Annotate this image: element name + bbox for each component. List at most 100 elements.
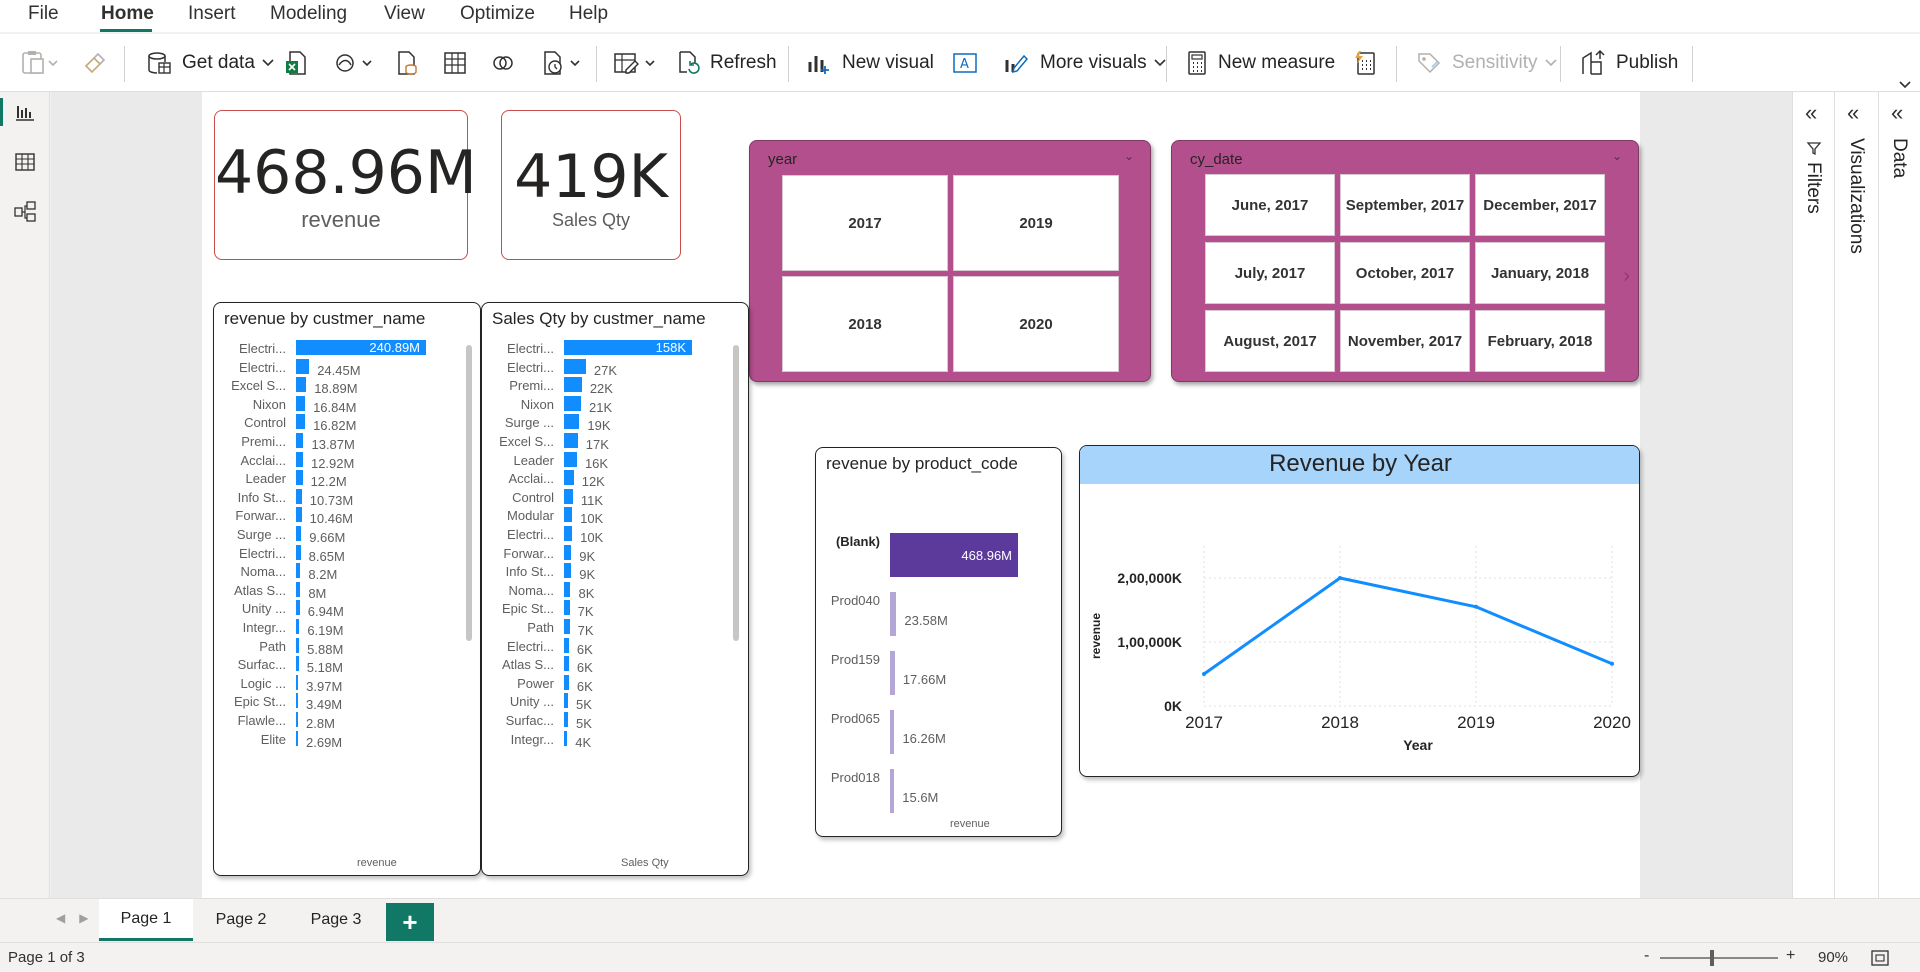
bar-row[interactable]: Electri... 8.65M [214, 544, 480, 564]
chevron-down-icon[interactable]: ⌄ [1612, 149, 1622, 163]
bar[interactable] [890, 592, 897, 636]
bar[interactable] [296, 414, 306, 430]
bar[interactable] [564, 600, 570, 616]
bar-row[interactable]: Info St... 9K [482, 562, 748, 582]
bar-row[interactable]: Electri... 24.45M [214, 358, 480, 378]
paste-button[interactable] [20, 48, 60, 78]
tab-scroll-arrows[interactable]: ◀▶ [56, 911, 102, 925]
new-measure-button[interactable]: New measure [1186, 48, 1335, 78]
model-view-icon[interactable] [13, 200, 37, 224]
bar-row[interactable]: Elite 2.69M [214, 730, 480, 750]
bar[interactable] [564, 693, 569, 709]
bar-row[interactable]: Excel S... 17K [482, 432, 748, 452]
bar-row[interactable]: Path 5.88M [214, 637, 480, 657]
zoom-out-button[interactable]: - [1644, 947, 1649, 965]
bar-row[interactable]: Unity ... 6.94M [214, 599, 480, 619]
bar[interactable] [296, 395, 306, 411]
bar-row[interactable]: Epic St... 3.49M [214, 692, 480, 712]
bar[interactable] [296, 507, 302, 523]
get-data-button[interactable]: Get data [146, 48, 275, 78]
slicer-tile-date[interactable]: November, 2017 [1340, 310, 1470, 372]
zoom-slider[interactable] [1660, 957, 1778, 959]
sensitivity-button[interactable]: Sensitivity [1416, 48, 1558, 78]
menu-help[interactable]: Help [569, 3, 608, 25]
bar[interactable] [564, 433, 578, 448]
slicer-tile-2018[interactable]: 2018 [782, 276, 948, 372]
bar[interactable] [296, 656, 299, 672]
chevrons-left-icon[interactable]: « [1847, 100, 1859, 126]
bar-row[interactable]: Premi... 22K [482, 376, 748, 396]
bar[interactable] [564, 451, 577, 467]
slicer-tile-date[interactable]: July, 2017 [1205, 242, 1335, 304]
menu-view[interactable]: View [384, 3, 425, 25]
bar[interactable] [296, 451, 303, 467]
bar-row[interactable]: Noma... 8K [482, 581, 748, 601]
bar-row[interactable]: Premi... 13.87M [214, 432, 480, 452]
report-view-icon[interactable] [13, 100, 37, 124]
tab-page-1[interactable]: Page 1 [99, 899, 193, 941]
menu-home[interactable]: Home [101, 3, 154, 25]
bar-row[interactable]: Nixon 21K [482, 395, 748, 415]
revenue-by-product-visual[interactable]: revenue by product_code (Blank) 468.96M Pr… [815, 447, 1062, 837]
bar-row[interactable]: Electri... 10K [482, 525, 748, 545]
bar-row[interactable]: Acclai... 12.92M [214, 451, 480, 471]
bar[interactable] [296, 544, 301, 560]
bar[interactable] [296, 674, 299, 690]
bar[interactable] [296, 693, 298, 709]
bar[interactable] [296, 619, 300, 634]
sql-server-button[interactable] [394, 48, 420, 78]
format-painter-button[interactable] [82, 48, 108, 78]
publish-button[interactable]: Publish [1580, 48, 1678, 78]
slicer-tile-date[interactable]: September, 2017 [1340, 174, 1470, 236]
bar[interactable] [564, 526, 573, 541]
dataverse-button[interactable] [490, 48, 516, 78]
bar[interactable] [296, 470, 303, 486]
quick-measure-button[interactable] [1352, 48, 1378, 78]
bar-row[interactable]: Surge ... 19K [482, 413, 748, 433]
chevron-down-icon[interactable]: ⌄ [1124, 149, 1134, 163]
bar-row[interactable]: Electri... 240.89M [214, 339, 480, 359]
bar-row[interactable]: Modular 10K [482, 506, 748, 526]
onelake-hub-button[interactable] [334, 48, 374, 78]
bar-row[interactable]: Power 6K [482, 674, 748, 694]
bar-row[interactable]: Flawle... 2.8M [214, 711, 480, 731]
zoom-slider-thumb[interactable] [1710, 950, 1714, 966]
tab-page-2[interactable]: Page 2 [194, 899, 288, 941]
bar-row[interactable]: Prod018 15.6M [816, 768, 1061, 813]
bar-row[interactable]: Prod040 23.58M [816, 591, 1061, 636]
bar-row[interactable]: Control 16.82M [214, 413, 480, 433]
bar-row[interactable]: Atlas S... 8M [214, 581, 480, 601]
bar-row[interactable]: Path 7K [482, 618, 748, 638]
bar[interactable] [564, 674, 569, 690]
transform-data-button[interactable] [612, 48, 658, 78]
bar[interactable] [564, 414, 580, 430]
bar-row[interactable]: Integr... 6.19M [214, 618, 480, 638]
menu-insert[interactable]: Insert [188, 3, 236, 25]
slicer-tile-2019[interactable]: 2019 [953, 175, 1119, 271]
bar-row[interactable]: Electri... 27K [482, 358, 748, 378]
filters-pane[interactable]: « Filters [1792, 92, 1834, 900]
bar[interactable] [564, 395, 581, 411]
bar[interactable] [890, 769, 895, 813]
bar-row[interactable]: Surfac... 5.18M [214, 655, 480, 675]
bar[interactable] [564, 581, 571, 597]
bar[interactable] [296, 433, 304, 448]
bar[interactable] [296, 358, 310, 374]
bar-row[interactable]: Info St... 10.73M [214, 488, 480, 508]
scrollbar[interactable] [733, 345, 739, 641]
bar-row[interactable]: Noma... 8.2M [214, 562, 480, 582]
data-pane[interactable]: « Data [1878, 92, 1920, 900]
more-visuals-button[interactable]: More visuals [1004, 48, 1167, 78]
chevrons-left-icon[interactable]: « [1805, 100, 1817, 126]
bar-row[interactable]: Logic ... 3.97M [214, 674, 480, 694]
bar[interactable] [296, 600, 300, 616]
bar[interactable] [564, 637, 569, 653]
bar[interactable] [564, 563, 572, 579]
text-box-button[interactable]: A [952, 48, 978, 78]
slicer-tile-date[interactable]: January, 2018 [1475, 242, 1605, 304]
bar-row[interactable]: Forwar... 10.46M [214, 506, 480, 526]
bar-row[interactable]: Prod159 17.66M [816, 650, 1061, 695]
bar-row[interactable]: Atlas S... 6K [482, 655, 748, 675]
revenue-card[interactable]: 468.96M revenue [214, 110, 477, 260]
scrollbar[interactable] [466, 345, 472, 641]
